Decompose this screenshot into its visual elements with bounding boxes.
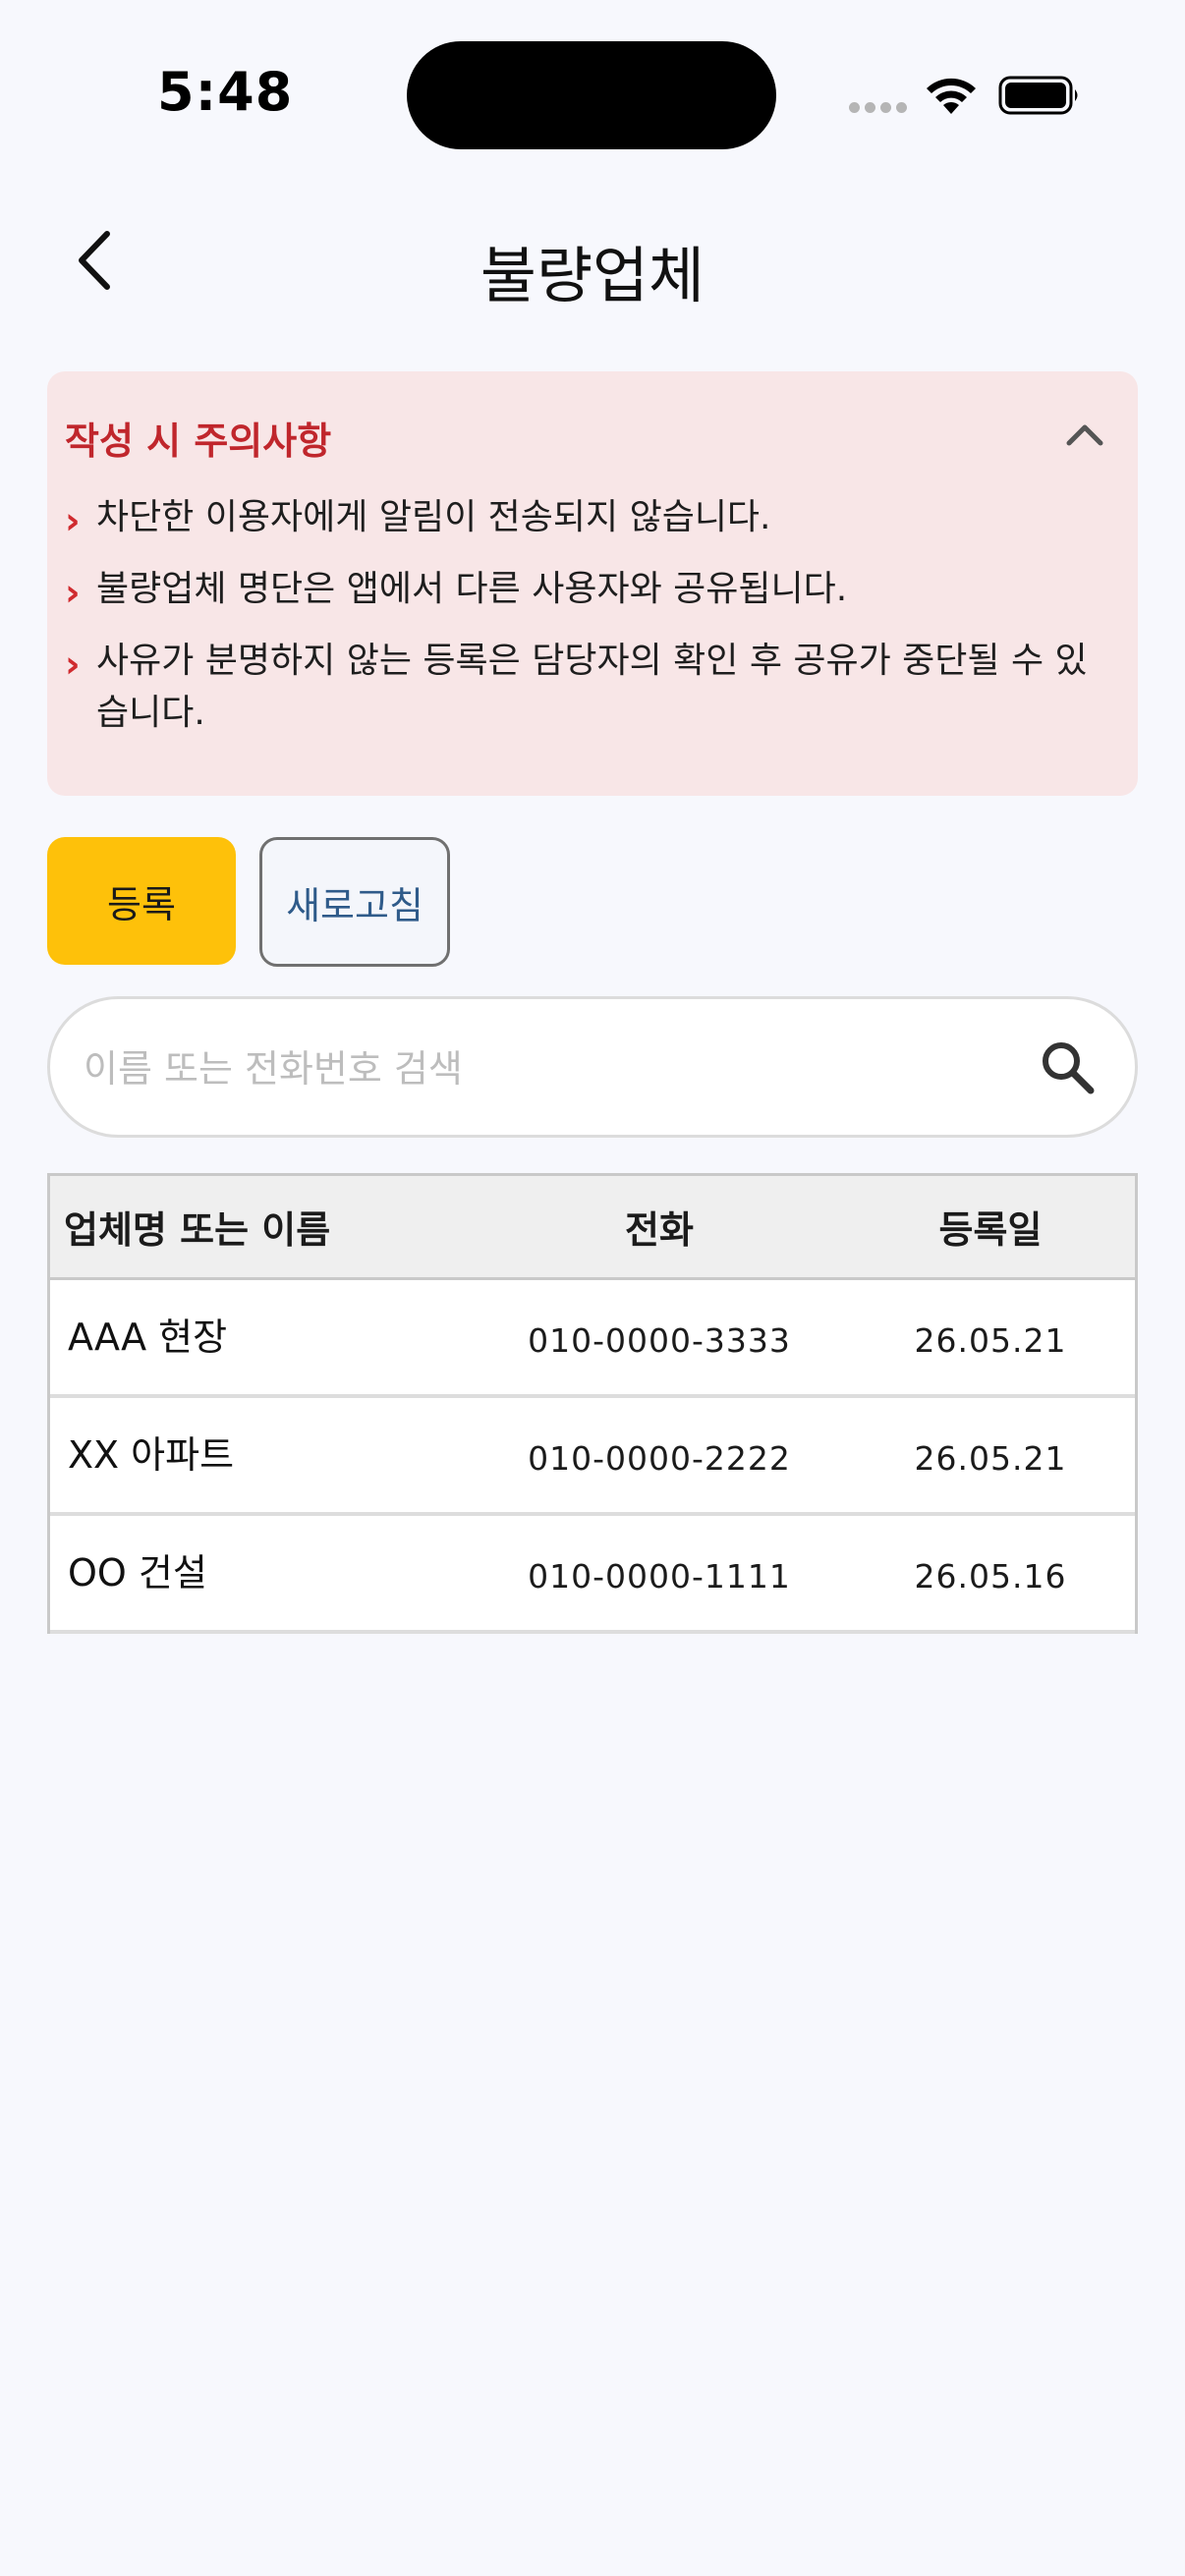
wifi-icon: [927, 78, 976, 114]
status-bar: 5:48: [0, 0, 1185, 187]
register-button[interactable]: 등록: [47, 837, 236, 965]
bullet-chevron-icon: ›: [65, 571, 81, 614]
row-name: OO 건설: [68, 1550, 207, 1595]
table-row[interactable]: OO 건설 010-0000-1111 26.05.16: [50, 1516, 1135, 1634]
notice-item: › 불량업체 명단은 앱에서 다른 사용자와 공유됩니다.: [65, 563, 1116, 615]
search-icon[interactable]: [1039, 1038, 1096, 1095]
column-header-date: 등록일: [938, 1208, 1043, 1252]
refresh-button[interactable]: 새로고침: [259, 837, 450, 967]
notice-panel: 작성 시 주의사항 › 차단한 이용자에게 알림이 전송되지 않습니다. › 불…: [47, 371, 1138, 796]
notice-item-text: 차단한 이용자에게 알림이 전송되지 않습니다.: [96, 497, 771, 537]
row-date: 26.05.21: [914, 1438, 1067, 1478]
nav-bar: 불량업체: [0, 187, 1185, 334]
notice-item: › 차단한 이용자에게 알림이 전송되지 않습니다.: [65, 491, 1116, 543]
column-header-name: 업체명 또는 이름: [64, 1208, 331, 1252]
blacklist-table: 업체명 또는 이름 전화 등록일 AAA 현장 010-0000-3333 26…: [47, 1173, 1138, 1634]
search-box: [47, 996, 1138, 1138]
row-phone: 010-0000-1111: [528, 1556, 791, 1596]
search-input[interactable]: [82, 1029, 989, 1109]
status-time: 5:48: [157, 61, 294, 123]
row-name: AAA 현장: [68, 1315, 228, 1359]
battery-icon: [998, 76, 1078, 115]
cellular-signal-icon: [849, 102, 907, 113]
column-header-phone: 전화: [625, 1208, 694, 1252]
row-date: 26.05.21: [914, 1320, 1067, 1360]
row-phone: 010-0000-3333: [528, 1320, 791, 1360]
bullet-chevron-icon: ›: [65, 499, 81, 542]
row-name: XX 아파트: [68, 1432, 235, 1477]
notice-title: 작성 시 주의사항: [65, 420, 332, 463]
notice-item-text: 사유가 분명하지 않는 등록은 담당자의 확인 후 공유가 중단될 수 있습니다…: [96, 641, 1088, 733]
page-title: 불량업체: [480, 240, 705, 311]
dynamic-island: [407, 41, 776, 149]
table-row[interactable]: AAA 현장 010-0000-3333 26.05.21: [50, 1280, 1135, 1398]
table-row[interactable]: XX 아파트 010-0000-2222 26.05.21: [50, 1398, 1135, 1516]
row-phone: 010-0000-2222: [528, 1438, 791, 1478]
notice-item: › 사유가 분명하지 않는 등록은 담당자의 확인 후 공유가 중단될 수 있습…: [65, 635, 1116, 739]
bullet-chevron-icon: ›: [65, 643, 81, 686]
notice-item-text: 불량업체 명단은 앱에서 다른 사용자와 공유됩니다.: [96, 569, 848, 609]
chevron-up-icon: [1066, 424, 1103, 446]
table-header: 업체명 또는 이름 전화 등록일: [50, 1176, 1135, 1280]
notice-list: › 차단한 이용자에게 알림이 전송되지 않습니다. › 불량업체 명단은 앱에…: [65, 491, 1116, 758]
collapse-notice-button[interactable]: [1055, 407, 1114, 462]
row-date: 26.05.16: [914, 1556, 1067, 1596]
